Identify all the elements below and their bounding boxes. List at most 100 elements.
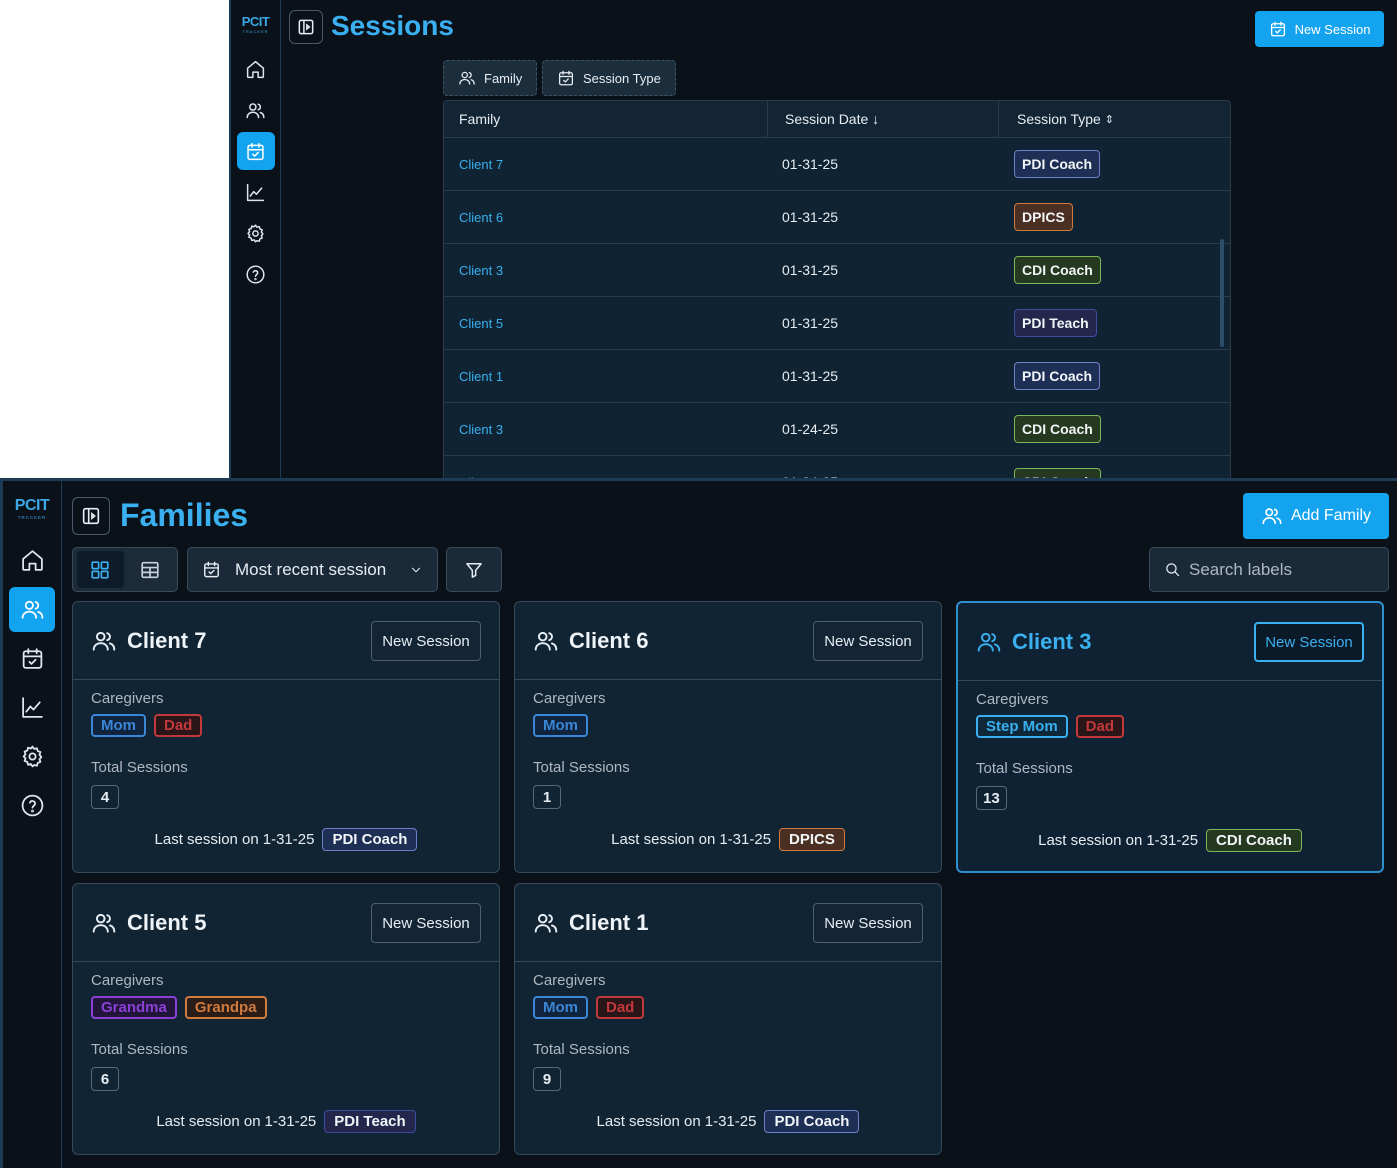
family-card[interactable]: Client 3 New Session Caregivers Step Mom Dad… [956, 601, 1384, 873]
family-card[interactable]: Client 1 New Session Caregivers Mom Dad Total… [514, 883, 942, 1155]
family-name[interactable]: Client 6 [569, 628, 648, 654]
family-name[interactable]: Client 1 [569, 910, 648, 936]
table-icon [141, 561, 160, 578]
nav-families[interactable] [237, 91, 275, 129]
table-row[interactable]: Client 6 01-31-25 DPICS [444, 191, 1230, 244]
family-link[interactable]: Client 6 [459, 210, 503, 225]
table-row[interactable]: Client 7 01-31-25 PDI Coach [444, 138, 1230, 191]
chevron-down-icon [411, 567, 421, 572]
caregiver-tags: Mom [533, 714, 588, 737]
new-session-button[interactable]: New Session [813, 621, 923, 661]
caregiver-tags: Mom Dad [533, 996, 645, 1019]
family-link[interactable]: Client 7 [459, 157, 503, 172]
col-session-date[interactable]: Session Date ↓ [768, 101, 999, 137]
caregiver-tag: Mom [533, 714, 588, 737]
last-session-date: 1-31-25 [704, 1113, 757, 1130]
add-family-button[interactable]: Add Family [1243, 493, 1389, 539]
nav-sessions[interactable] [236, 132, 275, 170]
nav-settings[interactable] [237, 214, 275, 252]
family-name[interactable]: Client 3 [1012, 629, 1091, 655]
nav-home[interactable] [9, 538, 55, 583]
table-row[interactable]: Client 501-24-25CDI Coach [444, 456, 1230, 478]
help-circle-icon [20, 793, 45, 818]
help-circle-icon [245, 264, 266, 285]
app-logo[interactable]: PCIT TRACKER [231, 14, 280, 34]
nav-help[interactable] [9, 783, 55, 828]
calendar-check-icon [1269, 20, 1287, 38]
search-input[interactable]: Search labels [1149, 547, 1389, 592]
col-family[interactable]: Family [444, 101, 768, 137]
caregivers-label: Caregivers [91, 972, 164, 989]
sessions-main: Sessions New Session Family Session Type… [281, 0, 1397, 478]
family-link[interactable]: Client 5 [459, 316, 503, 331]
caregiver-tag: Mom [533, 996, 588, 1019]
family-card[interactable]: Client 6 New Session Caregivers Mom Total Se… [514, 601, 942, 873]
sessions-screen: PCIT TRACKER Sessions New Session Family… [229, 0, 1397, 478]
nav-reports[interactable] [237, 173, 275, 211]
nav-help[interactable] [237, 255, 275, 293]
family-name[interactable]: Client 5 [127, 910, 206, 936]
filter-session-type-chip[interactable]: Session Type [542, 60, 676, 96]
calendar-check-icon [20, 646, 45, 671]
family-link[interactable]: Client 3 [459, 263, 503, 278]
card-header: Client 3 New Session [958, 603, 1382, 681]
last-session-line: Last session on 1-31-25 CDI Coach [958, 829, 1382, 852]
nav-reports[interactable] [9, 685, 55, 730]
total-sessions-label: Total Sessions [91, 759, 188, 776]
sort-select[interactable]: Most recent session [187, 547, 438, 592]
chart-line-icon [20, 695, 45, 720]
new-session-button[interactable]: New Session [371, 903, 481, 943]
session-date: 01-31-25 [782, 156, 839, 172]
table-row[interactable]: Client 3 01-24-25 CDI Coach [444, 403, 1230, 456]
sidebar-toggle-button[interactable] [289, 10, 323, 44]
grid-view-button[interactable] [77, 551, 124, 588]
search-placeholder: Search labels [1189, 559, 1293, 579]
last-session-date: 1-31-25 [1146, 832, 1199, 849]
sidebar: PCIT TRACKER [0, 481, 62, 1168]
total-sessions-label: Total Sessions [91, 1041, 188, 1058]
nav-home[interactable] [237, 50, 275, 88]
sidebar-nav [3, 538, 61, 828]
users-icon [976, 629, 1002, 655]
caregiver-tags: Mom Dad [91, 714, 203, 737]
family-card[interactable]: Client 7 New Session Caregivers Mom Dad Total… [72, 601, 500, 873]
table-scrollbar[interactable] [1220, 239, 1224, 347]
table-row[interactable]: Client 3 01-31-25 CDI Coach [444, 244, 1230, 297]
new-session-button[interactable]: New Session [371, 621, 481, 661]
users-icon [20, 597, 45, 622]
panel-toggle-icon [80, 505, 102, 527]
filter-family-chip[interactable]: Family [443, 60, 538, 96]
filter-button[interactable] [446, 547, 502, 592]
sidebar-nav [231, 50, 280, 293]
families-screen: PCIT TRACKER Families Add Family Most re… [0, 478, 1397, 1168]
new-session-button[interactable]: New Session [1254, 622, 1364, 662]
sidebar-toggle-button[interactable] [72, 497, 110, 535]
table-view-button[interactable] [128, 551, 173, 588]
total-sessions-label: Total Sessions [533, 759, 630, 776]
new-session-button[interactable]: New Session [1255, 11, 1384, 47]
last-session-prefix: Last session on [1038, 832, 1143, 849]
last-session-prefix: Last session on [611, 831, 716, 848]
caregiver-tag: Step Mom [976, 715, 1068, 738]
nav-settings[interactable] [9, 734, 55, 779]
last-session-date: 1-31-25 [264, 1113, 317, 1130]
family-card[interactable]: Client 5 New Session Caregivers Grandma Gran… [72, 883, 500, 1155]
family-link[interactable]: Client 3 [459, 422, 503, 437]
nav-families[interactable] [9, 587, 55, 632]
app-logo[interactable]: PCIT TRACKER [3, 497, 61, 520]
home-icon [245, 59, 266, 80]
page-title: Families [120, 497, 249, 533]
total-sessions-count: 1 [533, 785, 561, 809]
session-date: 01-31-25 [782, 209, 839, 225]
caregivers-label: Caregivers [533, 972, 606, 989]
users-icon [533, 910, 559, 936]
col-session-type[interactable]: Session Type ⇕ [999, 101, 1230, 137]
table-row[interactable]: Client 1 01-31-25 PDI Coach [444, 350, 1230, 403]
new-session-button[interactable]: New Session [813, 903, 923, 943]
sort-toggle-icon: ⇕ [1104, 113, 1114, 126]
family-link[interactable]: Client 1 [459, 369, 503, 384]
table-row[interactable]: Client 5 01-31-25 PDI Teach [444, 297, 1230, 350]
chart-line-icon [245, 182, 266, 203]
nav-sessions[interactable] [9, 636, 55, 681]
family-name[interactable]: Client 7 [127, 628, 206, 654]
